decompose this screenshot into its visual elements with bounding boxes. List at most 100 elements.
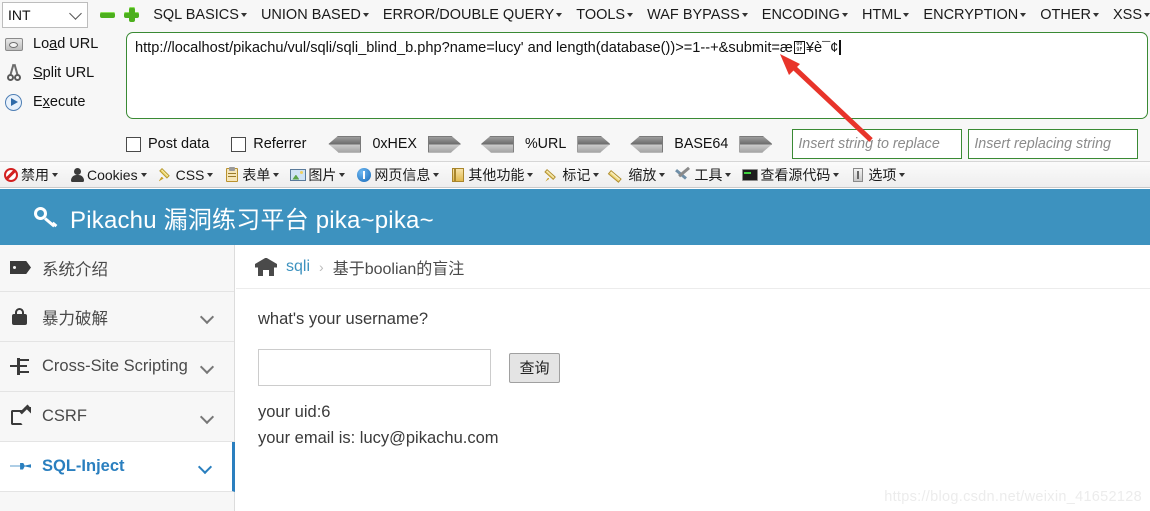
- menu-waf-bypass[interactable]: WAF BYPASS: [647, 7, 748, 23]
- referrer-label: Referrer: [253, 136, 307, 152]
- split-url-icon: [3, 63, 25, 83]
- menu-encoding[interactable]: ENCODING: [762, 7, 848, 23]
- url-textarea[interactable]: http://localhost/pikachu/vul/sqli/sqli_b…: [126, 32, 1148, 119]
- menu-tools[interactable]: TOOLS: [576, 6, 634, 23]
- wd-view-source[interactable]: 查看源代码: [742, 165, 840, 185]
- sidebar-item-csrf[interactable]: CSRF: [0, 392, 234, 442]
- chevron-down-icon: [841, 12, 848, 17]
- split-url-button[interactable]: Split URL: [0, 60, 124, 86]
- hackbar-menu-row: INT SQL BASICS UNION BASED ERROR/DOUBLE …: [0, 0, 1150, 29]
- split-url-label: Split URL: [33, 65, 95, 81]
- menu-html[interactable]: HTML: [862, 7, 910, 23]
- base64-encode-button[interactable]: [739, 135, 773, 153]
- url-label: %URL: [524, 136, 567, 152]
- chevron-down-icon: [240, 12, 247, 17]
- username-input[interactable]: [258, 349, 491, 386]
- sidebar-item-sql-inject[interactable]: SQL-Inject: [0, 442, 235, 492]
- wd-misc[interactable]: 其他功能: [450, 165, 534, 185]
- sql-inject-icon: [10, 457, 34, 477]
- wd-label: 图片: [308, 166, 337, 183]
- username-form: 查询: [258, 349, 1150, 386]
- url-decode-button[interactable]: [480, 135, 514, 153]
- query-submit-button[interactable]: 查询: [509, 352, 560, 383]
- menu-xss[interactable]: XSS: [1113, 7, 1150, 23]
- hex-encode-button[interactable]: [427, 135, 461, 153]
- sidebar-item-cross-site-scripting[interactable]: Cross-Site Scripting: [0, 342, 234, 392]
- chevron-down-icon: [199, 409, 215, 425]
- sidebar-item-brute-force[interactable]: 暴力破解: [0, 292, 234, 342]
- menu-error-double-query[interactable]: ERROR/DOUBLE QUERY: [383, 7, 563, 23]
- screen-root: INT SQL BASICS UNION BASED ERROR/DOUBLE …: [0, 0, 1150, 511]
- view-source-icon: [742, 167, 759, 183]
- breadcrumb-current: 基于boolian的盲注: [332, 260, 465, 278]
- execute-button[interactable]: Execute: [0, 89, 124, 115]
- outline-icon: [544, 167, 560, 183]
- menu-label: OTHER: [1040, 6, 1091, 23]
- chevron-down-icon: [833, 172, 840, 177]
- query-result: your uid:6 your email is: lucy@pikachu.c…: [258, 399, 1150, 451]
- remove-tab-button[interactable]: [100, 7, 116, 22]
- chevron-down-icon: [1092, 12, 1099, 17]
- replace-from-input[interactable]: Insert string to replace: [792, 129, 963, 159]
- breadcrumb: sqli › 基于boolian的盲注: [236, 245, 1150, 289]
- wd-outline[interactable]: 标记: [544, 165, 600, 185]
- wd-images[interactable]: 图片: [290, 165, 346, 185]
- sidebar: 系统介绍 暴力破解 Cross-Site Scripting CSRF SQL-…: [0, 245, 235, 511]
- home-icon[interactable]: [255, 257, 277, 276]
- chevron-down-icon: [140, 172, 147, 177]
- chevron-down-icon: [433, 172, 440, 177]
- tag-icon: [10, 258, 34, 278]
- url-encode-button[interactable]: [577, 135, 611, 153]
- hex-decode-button[interactable]: [328, 135, 362, 153]
- sidebar-item-partial[interactable]: [0, 492, 234, 511]
- menu-encryption[interactable]: ENCRYPTION: [923, 6, 1027, 23]
- menu-label: ENCRYPTION: [923, 6, 1019, 23]
- base64-decode-button[interactable]: [630, 135, 664, 153]
- misc-icon: [450, 167, 466, 183]
- wd-cookies[interactable]: Cookies: [69, 167, 147, 183]
- page-title: Pikachu 漏洞练习平台 pika~pika~: [70, 206, 434, 234]
- page-info-icon: [356, 167, 372, 183]
- post-data-checkbox[interactable]: Post data: [126, 136, 209, 152]
- csrf-icon: [10, 403, 34, 427]
- sql-type-select[interactable]: INT: [2, 1, 89, 28]
- sidebar-item-label: 暴力破解: [42, 309, 108, 328]
- referrer-checkbox[interactable]: Referrer: [231, 136, 306, 152]
- menu-label: XSS: [1112, 6, 1142, 23]
- wd-label: 网页信息: [374, 166, 431, 183]
- wd-forms[interactable]: 表单: [224, 165, 280, 185]
- url-text-part2: ¥è¯¢: [805, 40, 839, 56]
- wd-resize[interactable]: 缩放: [608, 165, 666, 185]
- menu-sql-basics[interactable]: SQL BASICS: [153, 7, 247, 23]
- breadcrumb-link-sqli[interactable]: sqli: [286, 258, 310, 276]
- load-url-icon: [3, 34, 25, 54]
- menu-label: WAF BYPASS: [647, 6, 740, 23]
- wd-disable[interactable]: 禁用: [3, 165, 58, 185]
- menu-label: TOOLS: [576, 6, 626, 23]
- web-developer-toolbar: 禁用 Cookies CSS 表单 图片 网页信息 其他功能 标记 缩放 工具 …: [0, 162, 1150, 188]
- wd-options[interactable]: 选项: [850, 165, 906, 185]
- hackbar-panel: INT SQL BASICS UNION BASED ERROR/DOUBLE …: [0, 0, 1150, 162]
- wd-label: 工具: [694, 166, 723, 183]
- cookies-icon: [69, 167, 85, 183]
- chevron-down-icon: [199, 359, 215, 375]
- wd-tools[interactable]: 工具: [675, 165, 732, 185]
- pikachu-header: Pikachu 漏洞练习平台 pika~pika~: [0, 189, 1150, 245]
- url-text-part1: http://localhost/pikachu/vul/sqli/sqli_b…: [135, 40, 793, 56]
- wd-css[interactable]: CSS: [158, 167, 214, 183]
- disable-icon: [3, 167, 19, 183]
- menu-other[interactable]: OTHER: [1040, 7, 1099, 23]
- sidebar-item-system-intro[interactable]: 系统介绍: [0, 245, 234, 292]
- hex-encoder-group: 0xHEX: [328, 135, 461, 153]
- wd-page-info[interactable]: 网页信息: [356, 165, 440, 185]
- content-body: what's your username? 查询 your uid:6 your…: [236, 289, 1150, 451]
- key-icon: [33, 204, 59, 230]
- add-tab-button[interactable]: [124, 7, 140, 22]
- menu-union-based[interactable]: UNION BASED: [261, 7, 369, 23]
- load-url-button[interactable]: Load URL: [0, 31, 124, 57]
- chevron-down-icon: [659, 172, 666, 177]
- chevron-down-icon: [69, 6, 83, 20]
- replace-to-input[interactable]: Insert replacing string: [968, 129, 1139, 159]
- chevron-down-icon: [593, 172, 600, 177]
- checkbox-box: [231, 136, 247, 152]
